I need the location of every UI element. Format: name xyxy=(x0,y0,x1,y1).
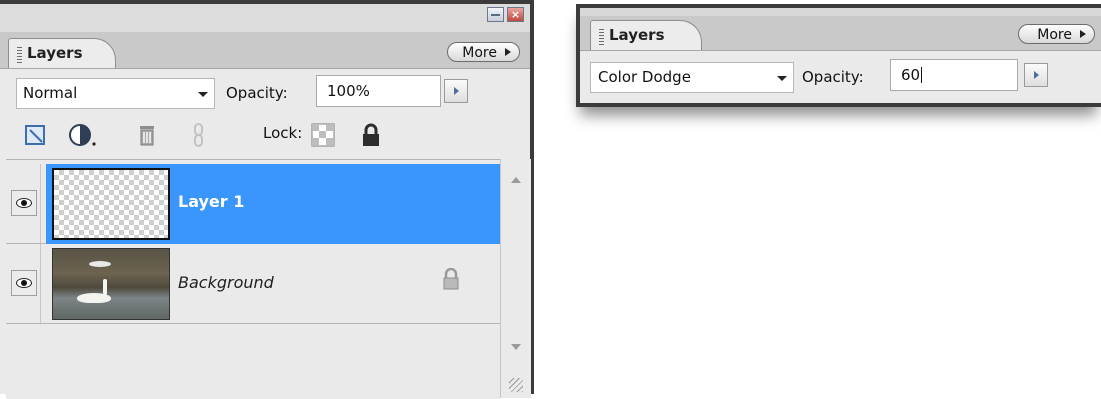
text-cursor xyxy=(921,67,923,83)
more-button[interactable]: More xyxy=(447,42,520,62)
lock-icon xyxy=(442,267,460,294)
layer-thumbnail xyxy=(52,168,170,240)
visibility-column-divider xyxy=(40,164,41,243)
tab-layers[interactable]: Layers xyxy=(590,20,702,50)
layer-name: Layer 1 xyxy=(178,192,245,211)
tab-layers-label: Layers xyxy=(609,26,665,44)
eye-icon[interactable] xyxy=(11,190,37,216)
blend-mode-select[interactable]: Color Dodge xyxy=(590,62,794,93)
layer-name: Background xyxy=(178,273,274,292)
panel-tabstrip: Layers More xyxy=(0,32,530,69)
lock-all-icon[interactable] xyxy=(358,122,384,148)
link-icon[interactable] xyxy=(186,122,212,148)
lock-label: Lock: xyxy=(263,124,303,142)
layer-row[interactable]: Background xyxy=(6,244,500,324)
layer-thumbnail xyxy=(52,248,170,320)
close-button[interactable]: × xyxy=(507,7,524,22)
opacity-label: Opacity: xyxy=(802,68,864,86)
grip-icon xyxy=(599,29,604,45)
panel-titlebar xyxy=(580,8,1101,16)
blend-mode-select[interactable]: Normal xyxy=(16,78,215,109)
layers-panel: × Layers More Normal Opacity: 100% Lock:… xyxy=(0,0,534,399)
swan-neck-shape xyxy=(103,279,107,295)
opacity-input[interactable]: 100% xyxy=(316,75,441,107)
chevron-down-icon xyxy=(777,76,787,81)
scroll-up-icon[interactable] xyxy=(511,177,521,183)
opacity-input-value: 60 xyxy=(901,66,921,84)
layers-scrollbar[interactable] xyxy=(500,159,531,398)
layers-panel-detail: Layers More Color Dodge Opacity: 60 xyxy=(576,4,1101,107)
visibility-column-divider xyxy=(40,244,41,323)
grip-icon xyxy=(17,47,22,63)
opacity-input[interactable]: 60 xyxy=(890,59,1018,91)
layer-row[interactable]: Layer 1 xyxy=(6,164,500,244)
new-layer-icon[interactable] xyxy=(22,122,48,148)
scroll-down-icon[interactable] xyxy=(511,344,521,350)
blend-mode-value: Normal xyxy=(23,84,78,102)
chevron-down-icon xyxy=(198,92,208,97)
trash-icon[interactable] xyxy=(134,122,160,148)
minimize-button[interactable] xyxy=(487,7,504,22)
opacity-label: Opacity: xyxy=(226,84,288,102)
opacity-slider-button[interactable] xyxy=(1024,63,1048,87)
panel-tabstrip: Layers More xyxy=(580,16,1101,51)
resize-grip-icon[interactable] xyxy=(509,378,523,392)
tab-layers-label: Layers xyxy=(27,44,83,62)
eye-icon[interactable] xyxy=(11,270,37,296)
blend-mode-value: Color Dodge xyxy=(598,68,691,86)
layers-list: Layer 1 Background xyxy=(6,159,500,399)
tab-layers[interactable]: Layers xyxy=(8,38,116,68)
adjustment-layer-icon[interactable] xyxy=(68,122,96,148)
more-button[interactable]: More xyxy=(1018,24,1095,44)
panel-titlebar: × xyxy=(0,4,530,32)
lock-transparency-icon[interactable] xyxy=(310,122,336,148)
bird-shape xyxy=(89,261,111,267)
opacity-slider-button[interactable] xyxy=(444,79,468,103)
